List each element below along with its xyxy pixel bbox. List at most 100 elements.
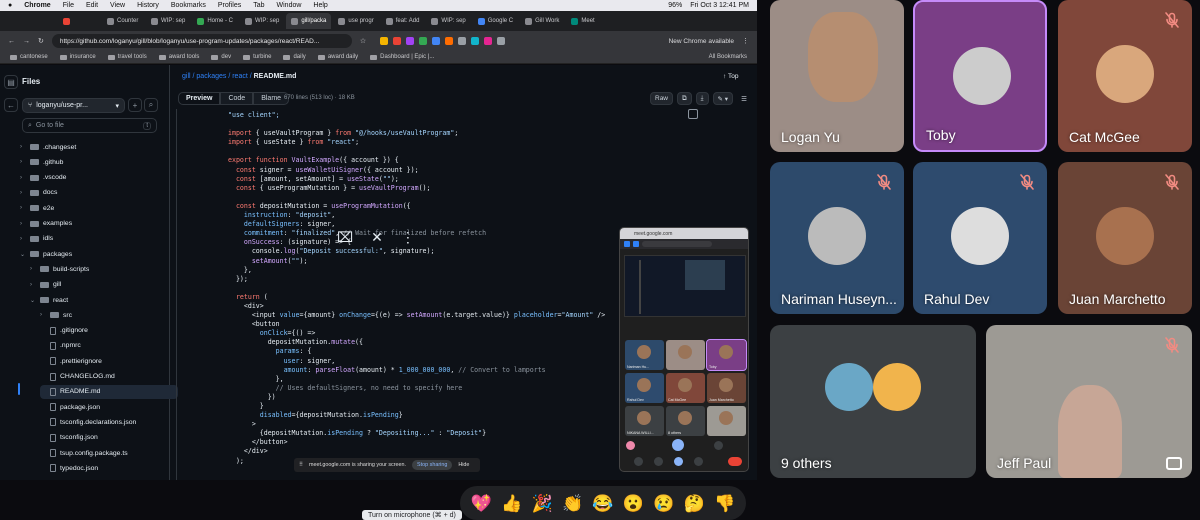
participant-tile[interactable]: Juan Marchetto (1058, 162, 1192, 314)
battery-percent[interactable]: 96% (668, 2, 682, 9)
participant-tile[interactable]: Toby (913, 0, 1047, 152)
participant-tile[interactable]: Jeff Paul (986, 325, 1192, 478)
browser-tab[interactable]: feat: Add (381, 13, 425, 29)
bookmark-item[interactable]: cantonese (10, 54, 48, 60)
mic-off-icon[interactable]: ✕ (371, 229, 383, 246)
meet-preview-window[interactable]: meet.google.com Nariman Hu... Toby Rahul D… (619, 227, 749, 472)
search-icon[interactable]: ⌕ (144, 98, 158, 112)
browser-tab[interactable]: WIP: sep (146, 13, 190, 29)
participant-tile[interactable]: 9 others (770, 325, 976, 478)
download-icon[interactable]: ⤓ (695, 92, 709, 105)
browser-tab[interactable]: Gill Work (520, 13, 564, 29)
browser-tab[interactable]: WIP: sep (240, 13, 284, 29)
file-tree-item[interactable]: › idls (20, 232, 53, 246)
file-tree-item[interactable]: package.json (40, 400, 100, 414)
browser-tab[interactable]: Home - C (192, 13, 238, 29)
file-tree-item[interactable]: .prettierignore (40, 354, 102, 368)
reaction-emoji-button[interactable]: 😮 (623, 495, 644, 512)
extension-icon[interactable] (484, 37, 493, 45)
menu-help[interactable]: Help (313, 2, 327, 9)
bookmark-item[interactable]: daily (283, 54, 306, 60)
participant-tile[interactable]: Logan Yu (770, 0, 904, 152)
bookmark-item[interactable]: insurance (59, 54, 96, 60)
menu-tab[interactable]: Tab (253, 2, 264, 9)
reaction-emoji-button[interactable]: 👍 (501, 495, 522, 512)
bookmark-item[interactable]: dev (211, 54, 231, 60)
tab-code[interactable]: Code (220, 92, 254, 105)
browser-tab[interactable] (58, 13, 100, 29)
participant-tile[interactable]: Rahul Dev (913, 162, 1047, 314)
file-tree-item[interactable]: › docs (20, 186, 57, 200)
reaction-emoji-button[interactable]: 👎 (714, 495, 735, 512)
bookmark-item[interactable]: award daily (317, 54, 358, 60)
menu-app-name[interactable]: Chrome (24, 2, 50, 9)
reaction-emoji-button[interactable]: 😢 (653, 495, 674, 512)
extension-icon[interactable] (393, 37, 402, 45)
collapse-sidebar-icon[interactable]: ▤ (4, 75, 18, 89)
breadcrumb-repo[interactable]: gill (182, 73, 191, 80)
top-link[interactable]: ↑ Top (723, 73, 738, 80)
menu-file[interactable]: File (63, 2, 74, 9)
all-bookmarks-button[interactable]: All Bookmarks (709, 54, 747, 60)
participant-tile[interactable]: Nariman Huseyn... (770, 162, 904, 314)
participant-tile[interactable]: Cat McGee (1058, 0, 1192, 152)
picture-in-picture-icon[interactable] (1166, 457, 1182, 470)
file-tree-item[interactable]: tsup.config.package.ts (40, 446, 128, 460)
drag-handle-icon[interactable]: ⠿ (299, 462, 303, 468)
menu-window[interactable]: Window (277, 2, 302, 9)
extension-icon[interactable] (432, 37, 441, 45)
file-tree-item[interactable]: › .github (20, 155, 63, 169)
file-tree-item[interactable]: CHANGELOG.md (40, 370, 115, 384)
add-file-icon[interactable]: + (128, 98, 142, 112)
file-tree-item[interactable]: › build-scripts (30, 262, 89, 276)
file-tree-item[interactable]: .npmrc (40, 339, 81, 353)
file-tree-item[interactable]: › examples (20, 217, 72, 231)
file-tree-item[interactable]: ⌄ react (30, 293, 68, 307)
go-to-file-input[interactable]: ⌕ Go to file t (22, 118, 157, 133)
copy-icon[interactable] (688, 109, 698, 119)
file-tree-item[interactable]: ⌄ packages (20, 247, 72, 261)
reaction-emoji-button[interactable]: 🤔 (684, 495, 705, 512)
back-arrow-icon[interactable]: ← (4, 98, 18, 112)
extension-icon[interactable] (445, 37, 454, 45)
copy-icon[interactable]: ⧉ (677, 92, 692, 105)
file-tree-item[interactable]: .gitignore (40, 324, 88, 338)
browser-tab[interactable]: WIP: sep (426, 13, 470, 29)
browser-tab[interactable]: Google C (473, 13, 518, 29)
hide-banner-button[interactable]: Hide (458, 462, 469, 468)
file-tree-item[interactable]: › gill (30, 278, 61, 292)
file-tree-item[interactable]: › e2e (20, 201, 54, 215)
back-arrow-icon[interactable]: ← (8, 38, 15, 45)
extension-icon[interactable] (458, 37, 467, 45)
new-chrome-available-button[interactable]: New Chrome available (669, 38, 734, 45)
edit-pencil-icon[interactable]: ✎ ▾ (712, 92, 734, 105)
extension-icon[interactable] (419, 37, 428, 45)
menu-view[interactable]: View (110, 2, 125, 9)
bookmark-item[interactable]: turbine (243, 54, 271, 60)
menu-bookmarks[interactable]: Bookmarks (171, 2, 206, 9)
outline-list-icon[interactable]: ☰ (737, 92, 751, 105)
menu-edit[interactable]: Edit (86, 2, 98, 9)
bookmark-item[interactable]: Dashboard | Epic |... (370, 54, 434, 60)
extension-icon[interactable] (406, 37, 415, 45)
stop-sharing-button[interactable]: Stop sharing (412, 460, 453, 470)
bookmark-item[interactable]: travel tools (107, 54, 147, 60)
browser-tab[interactable]: use progr (333, 13, 378, 29)
extension-icon[interactable] (471, 37, 480, 45)
breadcrumb-packages[interactable]: packages (196, 73, 226, 80)
menu-profiles[interactable]: Profiles (218, 2, 241, 9)
apple-icon[interactable]: ● (8, 2, 12, 9)
raw-button[interactable]: Raw (650, 92, 674, 105)
extensions-puzzle-icon[interactable] (497, 37, 506, 45)
branch-selector[interactable]: ⑂ loganyu/use-pr... ▾ (22, 98, 125, 113)
browser-tab[interactable]: Counter (102, 13, 144, 29)
menubar-clock[interactable]: Fri Oct 3 12:41 PM (690, 2, 749, 9)
reload-icon[interactable]: ↻ (38, 37, 44, 45)
file-tree-item[interactable]: README.md (40, 384, 178, 399)
file-tree-item[interactable]: › .vscode (20, 171, 66, 185)
tab-preview[interactable]: Preview (178, 92, 221, 105)
forward-arrow-icon[interactable]: → (23, 38, 30, 45)
reaction-emoji-button[interactable]: 🎉 (532, 495, 553, 512)
pin-off-icon[interactable]: ⌧ (337, 229, 353, 246)
address-bar[interactable]: https://github.com/loganyu/gill/blob/log… (51, 34, 352, 48)
